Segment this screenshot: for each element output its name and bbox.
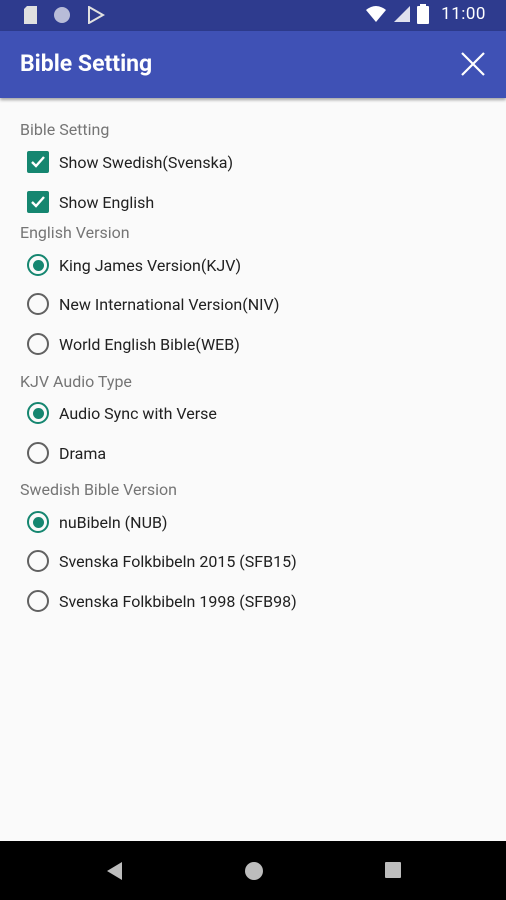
play-store-icon	[88, 6, 105, 24]
sd-card-icon	[24, 6, 37, 24]
status-bar: 11:00	[0, 0, 506, 31]
checkbox-checked-icon[interactable]	[27, 151, 49, 173]
option-niv[interactable]: New International Version(NIV)	[27, 290, 279, 318]
radio-unselected-icon[interactable]	[27, 590, 49, 612]
option-label: Audio Sync with Verse	[59, 403, 217, 423]
option-label: Drama	[59, 443, 107, 463]
status-time: 11:00	[441, 4, 486, 24]
radio-selected-icon[interactable]	[27, 254, 49, 276]
radio-selected-icon[interactable]	[27, 402, 49, 424]
battery-icon	[417, 4, 430, 24]
recents-icon[interactable]	[384, 861, 402, 879]
circle-icon	[54, 7, 70, 23]
option-kjv[interactable]: King James Version(KJV)	[27, 251, 241, 279]
option-label: Svenska Folkbibeln 2015 (SFB15)	[59, 551, 297, 571]
radio-unselected-icon[interactable]	[27, 293, 49, 315]
page-title: Bible Setting	[20, 50, 153, 77]
option-sfb15[interactable]: Svenska Folkbibeln 2015 (SFB15)	[27, 547, 297, 575]
close-icon[interactable]	[460, 51, 486, 77]
option-nub[interactable]: nuBibeln (NUB)	[27, 508, 167, 536]
radio-unselected-icon[interactable]	[27, 333, 49, 355]
back-icon[interactable]	[105, 861, 123, 881]
checkbox-checked-icon[interactable]	[27, 191, 49, 213]
option-web[interactable]: World English Bible(WEB)	[27, 330, 240, 358]
radio-unselected-icon[interactable]	[27, 550, 49, 572]
option-show-english[interactable]: Show English	[27, 188, 154, 216]
section-label-swedish-version: Swedish Bible Version	[20, 480, 178, 499]
navigation-bar	[0, 841, 506, 900]
home-icon[interactable]	[244, 861, 264, 881]
option-label: Show Swedish(Svenska)	[59, 152, 234, 172]
section-label-english-version: English Version	[20, 223, 130, 242]
option-drama[interactable]: Drama	[27, 439, 106, 467]
option-sfb98[interactable]: Svenska Folkbibeln 1998 (SFB98)	[27, 587, 297, 615]
option-label: nuBibeln (NUB)	[59, 512, 168, 532]
option-label: Show English	[59, 192, 155, 212]
radio-unselected-icon[interactable]	[27, 442, 49, 464]
option-label: King James Version(KJV)	[59, 255, 242, 275]
option-label: Svenska Folkbibeln 1998 (SFB98)	[59, 591, 297, 611]
option-audio-sync[interactable]: Audio Sync with Verse	[27, 399, 217, 427]
option-label: New International Version(NIV)	[59, 294, 280, 314]
app-bar: Bible Setting	[0, 31, 506, 98]
section-label-bible-setting: Bible Setting	[20, 120, 110, 139]
signal-icon	[394, 6, 411, 22]
option-show-swedish[interactable]: Show Swedish(Svenska)	[27, 148, 233, 176]
option-label: World English Bible(WEB)	[59, 334, 240, 354]
radio-selected-icon[interactable]	[27, 511, 49, 533]
section-label-kjv-audio: KJV Audio Type	[20, 372, 132, 391]
wifi-icon	[366, 6, 387, 22]
